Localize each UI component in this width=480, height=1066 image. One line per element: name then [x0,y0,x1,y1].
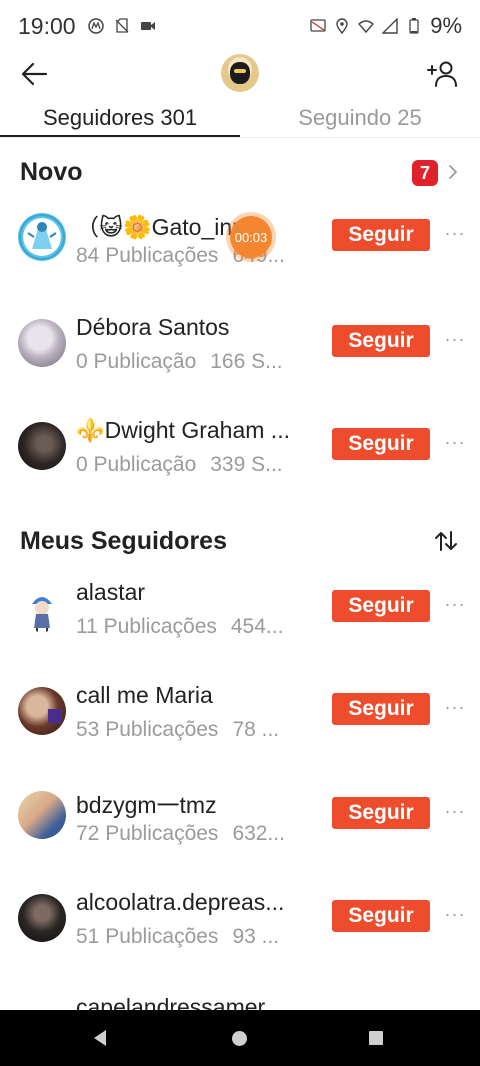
list-item[interactable]: ⚜️Dwight Graham ... 0 Publicação 339 S...… [0,405,480,509]
avatar[interactable] [18,319,66,367]
nav-recents-icon[interactable] [369,1031,383,1045]
system-nav-bar [0,1010,480,1066]
follow-button[interactable]: Seguir [332,428,430,460]
user-name[interactable]: call me Maria [76,682,312,709]
add-user-icon [427,61,457,87]
status-bar: 19:00 9% [0,0,480,52]
status-system-icons: 9% [310,13,462,39]
user-name[interactable]: Débora Santos [76,314,312,341]
followers-count: 454... [230,615,284,638]
follow-button[interactable]: Seguir [332,590,430,622]
avatar-figure [230,62,250,84]
section-title-my-followers: Meus Seguidores [20,527,227,555]
more-options-icon[interactable]: ··· [443,430,467,454]
no-sim-icon [115,18,129,33]
back-button[interactable] [16,56,52,92]
posts-count: 51 Publicações [76,925,219,948]
followers-count: 78 ... [232,718,280,741]
avatar[interactable] [18,791,66,839]
motorola-icon [87,18,104,34]
followers-count: 632... [232,822,285,845]
top-bar [0,52,480,104]
tab-following[interactable]: Seguindo 25 [240,104,480,136]
tab-bar: Seguidores 301 Seguindo 25 [0,104,480,138]
user-name[interactable]: alcoolatra.depreas... [76,889,312,916]
avatar[interactable] [18,687,66,735]
avatar[interactable] [18,422,66,470]
list-item[interactable]: call me Maria 53 Publicações 78 ... Segui… [0,670,480,774]
user-stats: 51 Publicações 93 ... [76,925,316,949]
user-stats: 0 Publicação 339 S... [76,453,316,477]
more-options-icon[interactable]: ··· [443,327,467,351]
more-options-icon[interactable]: ··· [443,902,467,926]
followers-count: 93 ... [232,925,280,948]
nav-home-icon[interactable] [232,1031,247,1046]
profile-avatar[interactable] [221,54,259,92]
followers-count: 166 S... [210,350,283,373]
posts-count: 11 Publicações [76,615,217,638]
user-stats: 53 Publicações 78 ... [76,718,316,742]
follow-button[interactable]: Seguir [332,325,430,357]
cast-icon [310,19,326,32]
follow-button[interactable]: Seguir [332,693,430,725]
user-stats: 84 Publicações649... [76,244,316,268]
location-icon [336,18,348,34]
posts-count: 0 Publicação [76,453,197,476]
posts-count: 53 Publicações [76,718,219,741]
follow-button[interactable]: Seguir [332,900,430,932]
user-name[interactable]: alastar [76,579,312,606]
followers-count: 339 S... [210,453,283,476]
tab-followers[interactable]: Seguidores 301 [0,104,240,136]
more-options-icon[interactable]: ··· [443,592,467,616]
signal-icon [382,18,398,34]
arrow-left-icon [21,62,48,86]
list-item[interactable]: alcoolatra.depreas... 51 Publicações 93 .… [0,877,480,981]
divider [0,137,480,138]
follow-button[interactable]: Seguir [332,219,430,251]
avatar[interactable] [18,213,66,261]
posts-count: 84 Publicações [76,244,219,267]
avatar[interactable] [18,894,66,942]
user-stats: 72 Publicações 632... [76,822,316,846]
user-name[interactable]: （😺🌼Gato_inn... [76,208,312,242]
list-item[interactable]: bdzygm一tmz 72 Publicações 632... Seguir ·… [0,774,480,878]
more-options-icon[interactable]: ··· [443,695,467,719]
sort-icon[interactable] [432,527,460,555]
user-stats: 11 Publicações 454... [76,615,316,639]
user-stats: 0 Publicação 166 S... [76,350,316,374]
video-camera-icon [140,22,155,30]
list-item[interactable]: alastar 11 Publicações 454... Seguir ··· [0,567,480,671]
follow-button[interactable]: Seguir [332,797,430,829]
avatar[interactable] [18,584,66,632]
chevron-right-icon[interactable] [444,161,462,183]
status-time: 19:00 [18,12,76,39]
more-options-icon[interactable]: ··· [443,221,467,245]
posts-count: 0 Publicação [76,350,197,373]
wifi-icon [358,20,375,34]
battery-percent: 9% [430,13,462,38]
new-followers-header[interactable]: Novo 7 [0,152,480,192]
user-name[interactable]: bdzygm一tmz [76,786,312,820]
status-notification-icons [87,18,156,34]
avatar-eyes [234,69,246,73]
more-options-icon[interactable]: ··· [443,799,467,823]
new-count-badge: 7 [412,160,438,186]
battery-icon [409,18,419,34]
nav-back-icon[interactable] [94,1030,106,1046]
recording-timer[interactable]: 00:03 [230,216,272,258]
user-name[interactable]: ⚜️Dwight Graham ... [76,417,312,444]
my-followers-header: Meus Seguidores [0,521,480,561]
list-item[interactable]: Débora Santos 0 Publicação 166 S... Segui… [0,302,480,406]
section-title-new: Novo [20,158,83,186]
add-user-button[interactable] [424,56,460,92]
posts-count: 72 Publicações [76,822,219,845]
